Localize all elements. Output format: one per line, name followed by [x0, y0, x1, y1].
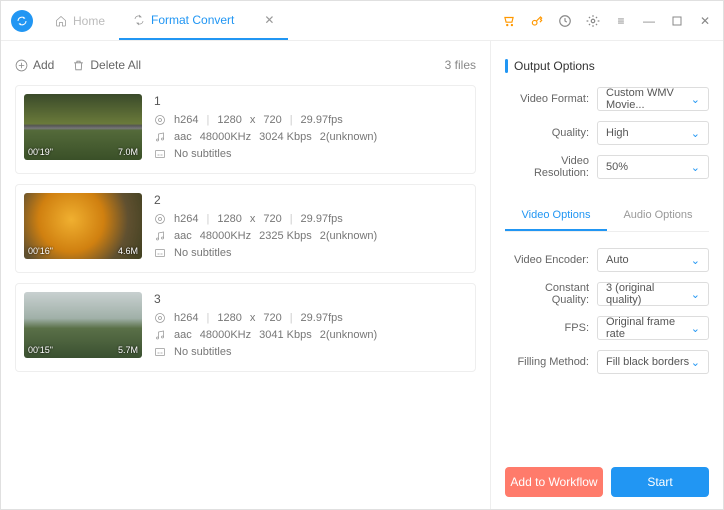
cq-select[interactable]: 3 (original quality)⌄ — [597, 282, 709, 306]
quality-label: Quality: — [505, 127, 597, 139]
file-count: 3 files — [445, 58, 476, 72]
thumbnail: 00'15" 5.7M — [24, 292, 142, 358]
file-index: 2 — [154, 193, 377, 207]
delete-all-label: Delete All — [90, 58, 141, 72]
thumbnail: 00'19" 7.0M — [24, 94, 142, 160]
convert-icon — [133, 14, 145, 26]
audio-icon — [154, 329, 166, 341]
fps-label: FPS: — [505, 322, 597, 334]
home-icon — [55, 15, 67, 27]
menu-icon[interactable]: ≡ — [613, 13, 629, 29]
video-icon — [154, 114, 166, 126]
duration: 00'16" — [28, 246, 53, 256]
tab-format-convert[interactable]: Format Convert ✕ — [119, 1, 288, 40]
cart-icon[interactable] — [501, 13, 517, 29]
tab-home-label: Home — [73, 14, 105, 28]
chevron-down-icon: ⌄ — [691, 161, 700, 174]
file-size: 7.0M — [118, 147, 138, 157]
chevron-down-icon: ⌄ — [691, 254, 700, 267]
fill-select[interactable]: Fill black borders⌄ — [597, 350, 709, 374]
fps-select[interactable]: Original frame rate⌄ — [597, 316, 709, 340]
chevron-down-icon: ⌄ — [691, 322, 700, 335]
file-card[interactable]: 00'16" 4.6M 2 h264|1280x720|29.97fps aac… — [15, 184, 476, 273]
delete-all-button[interactable]: Delete All — [72, 58, 141, 72]
key-icon[interactable] — [529, 13, 545, 29]
plus-icon — [15, 59, 28, 72]
quality-select[interactable]: High⌄ — [597, 121, 709, 145]
file-card[interactable]: 00'19" 7.0M 1 h264| 1280x720| 29.97fps a… — [15, 85, 476, 174]
minimize-icon[interactable]: — — [641, 13, 657, 29]
chevron-down-icon: ⌄ — [691, 93, 700, 106]
tab-audio-options[interactable]: Audio Options — [607, 201, 709, 231]
maximize-icon[interactable] — [669, 13, 685, 29]
cq-label: Constant Quality: — [505, 282, 597, 306]
file-list: 00'19" 7.0M 1 h264| 1280x720| 29.97fps a… — [15, 85, 476, 372]
video-format-select[interactable]: Custom WMV Movie...⌄ — [597, 87, 709, 111]
encoder-label: Video Encoder: — [505, 254, 597, 266]
encoder-select[interactable]: Auto⌄ — [597, 248, 709, 272]
subtitle-icon — [154, 346, 166, 358]
add-to-workflow-button[interactable]: Add to Workflow — [505, 467, 603, 497]
trash-icon — [72, 59, 85, 72]
resolution-select[interactable]: 50%⌄ — [597, 155, 709, 179]
subtitle-icon — [154, 148, 166, 160]
close-window-icon[interactable]: ✕ — [697, 13, 713, 29]
chevron-down-icon: ⌄ — [691, 288, 700, 301]
fill-label: Filling Method: — [505, 356, 597, 368]
start-button[interactable]: Start — [611, 467, 709, 497]
duration: 00'15" — [28, 345, 53, 355]
tab-home[interactable]: Home — [41, 1, 119, 40]
file-size: 5.7M — [118, 345, 138, 355]
tab-active-label: Format Convert — [151, 13, 234, 27]
file-size: 4.6M — [118, 246, 138, 256]
subtitle-icon — [154, 247, 166, 259]
chevron-down-icon: ⌄ — [691, 127, 700, 140]
duration: 00'19" — [28, 147, 53, 157]
chevron-down-icon: ⌄ — [691, 356, 700, 369]
thumbnail: 00'16" 4.6M — [24, 193, 142, 259]
app-logo — [11, 10, 33, 32]
output-options-title: Output Options — [505, 59, 709, 73]
video-icon — [154, 312, 166, 324]
file-index: 1 — [154, 94, 377, 108]
add-button[interactable]: Add — [15, 58, 54, 72]
audio-icon — [154, 230, 166, 242]
settings-icon[interactable] — [585, 13, 601, 29]
add-label: Add — [33, 58, 54, 72]
resolution-label: Video Resolution: — [505, 155, 597, 179]
tab-video-options[interactable]: Video Options — [505, 201, 607, 231]
history-icon[interactable] — [557, 13, 573, 29]
audio-icon — [154, 131, 166, 143]
titlebar: Home Format Convert ✕ ≡ — ✕ — [1, 1, 723, 41]
video-icon — [154, 213, 166, 225]
video-format-label: Video Format: — [505, 93, 597, 105]
file-toolbar: Add Delete All 3 files — [15, 51, 476, 79]
file-card[interactable]: 00'15" 5.7M 3 h264|1280x720|29.97fps aac… — [15, 283, 476, 372]
close-icon[interactable]: ✕ — [264, 13, 274, 27]
file-index: 3 — [154, 292, 377, 306]
